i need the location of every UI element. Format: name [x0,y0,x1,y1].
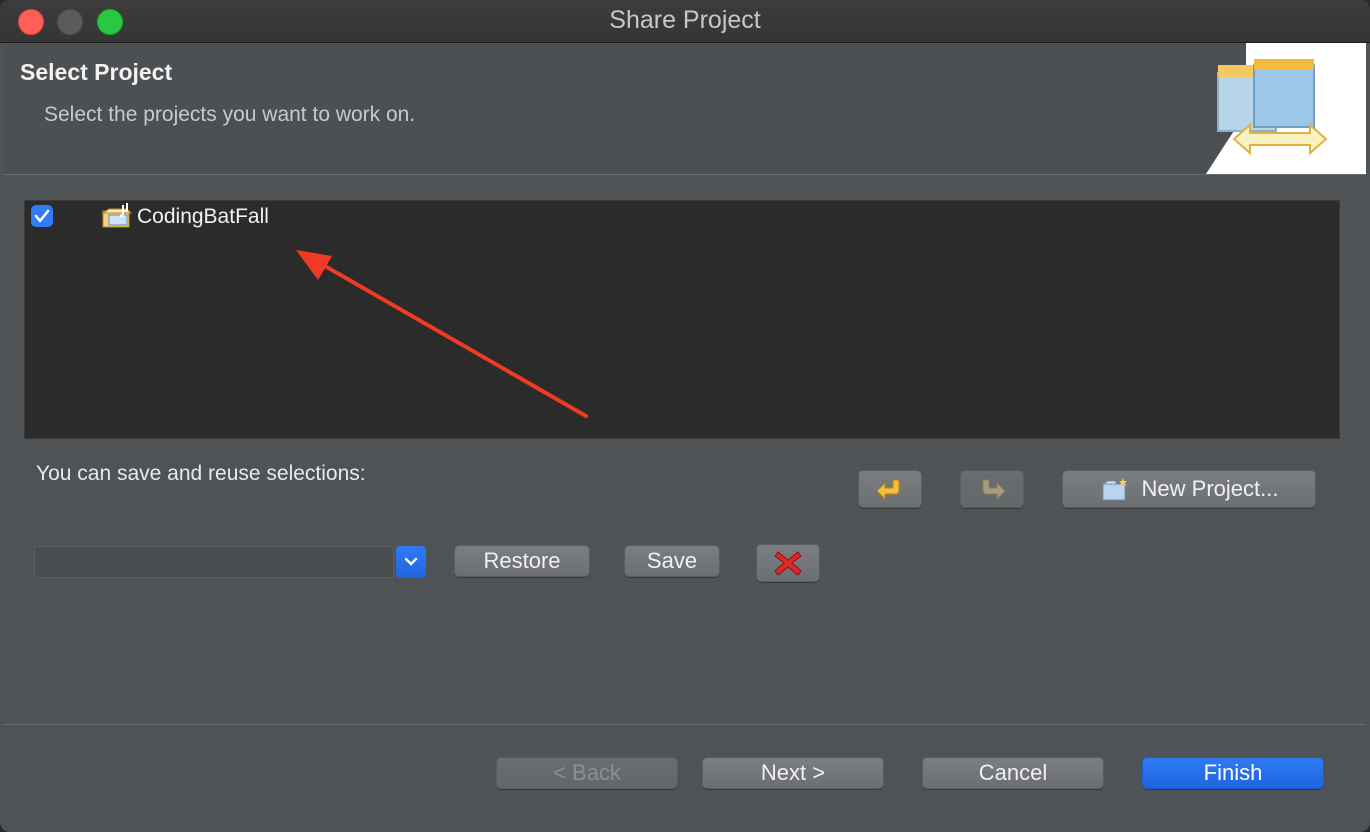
project-name[interactable]: CodingBatFall [137,205,269,229]
redo-button[interactable] [960,470,1024,508]
wizard-header: Select Project Select the projects you w… [4,43,1366,175]
next-button[interactable]: Next > [702,757,884,789]
cancel-button[interactable]: Cancel [922,757,1104,789]
project-list[interactable]: CodingBatFall [24,200,1340,439]
delete-x-icon [774,551,802,576]
page-title: Select Project [20,59,173,85]
project-checkbox[interactable] [31,205,53,227]
title-bar: Share Project [0,0,1370,43]
saved-selections-combo[interactable] [34,546,394,578]
finish-button[interactable]: Finish [1142,757,1324,789]
undo-arrow-icon [876,479,900,501]
footer-separator [4,724,1366,725]
checkmark-icon [34,209,50,223]
delete-selection-button[interactable] [756,544,820,582]
new-project-label: New Project... [1141,476,1279,501]
combo-dropdown-button[interactable] [396,546,426,578]
back-button[interactable]: < Back [496,757,678,789]
share-project-dialog: Share Project Select Project Select the … [0,0,1370,832]
window-title: Share Project [609,6,761,34]
restore-button[interactable]: Restore [454,545,590,577]
share-folders-banner-icon [1206,43,1366,174]
java-project-folder-icon [101,203,133,228]
page-description: Select the projects you want to work on. [44,103,416,126]
save-selections-label: You can save and reuse selections: [36,462,366,485]
new-folder-icon [1100,478,1127,501]
new-project-button[interactable]: New Project... [1062,470,1316,508]
chevron-down-icon [404,557,418,566]
redo-arrow-icon [982,479,1006,501]
undo-button[interactable] [858,470,922,508]
save-button[interactable]: Save [624,545,720,577]
